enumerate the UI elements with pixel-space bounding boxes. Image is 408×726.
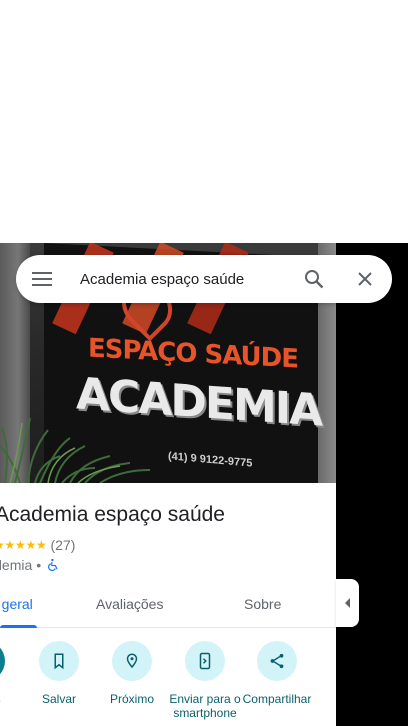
star-icon: ★ — [4, 538, 16, 552]
maps-viewport: ESPAÇO SAÚDE ACADEMIA (41) 9 9122-9775 A… — [0, 0, 408, 726]
collapse-panel-button[interactable] — [336, 579, 359, 627]
action-label: Rotas — [0, 692, 23, 706]
star-icon: ★ — [36, 538, 47, 552]
action-label: Salvar — [41, 692, 76, 706]
directions-icon — [0, 641, 5, 681]
place-tabs: Visão geral Avaliações Sobre — [0, 580, 336, 628]
search-input[interactable] — [80, 255, 290, 303]
action-label: Próximo — [109, 692, 154, 706]
action-bar: Rotas Salvar Próximo — [0, 641, 336, 726]
star-icon: ★ — [0, 539, 5, 551]
star-icon: ★ — [15, 538, 26, 552]
separator-dot: • — [36, 557, 42, 573]
action-label: Enviar para o smartphone — [169, 692, 241, 720]
star-icon: ★ — [25, 538, 37, 552]
rating-row[interactable]: ★ ★ ★ ★ ★ (27) — [0, 536, 75, 554]
share-button[interactable]: Compartilhar — [239, 641, 315, 706]
wheelchair-accessible-icon — [48, 558, 58, 572]
save-button[interactable]: Salvar — [21, 641, 97, 706]
tab-overview[interactable]: Visão geral — [0, 580, 33, 628]
share-icon — [257, 641, 297, 681]
tab-reviews[interactable]: Avaliações — [96, 580, 163, 628]
map-area[interactable] — [336, 243, 408, 726]
bookmark-icon — [39, 641, 79, 681]
action-label: Compartilhar — [242, 692, 312, 706]
rating-stars: ★ ★ ★ ★ ★ — [0, 538, 47, 552]
plants-foreground — [0, 417, 151, 483]
place-panel: ESPAÇO SAÚDE ACADEMIA (41) 9 9122-9775 A… — [0, 243, 336, 726]
send-to-phone-button[interactable]: Enviar para o smartphone — [167, 641, 243, 720]
search-button[interactable] — [302, 267, 326, 291]
nearby-button[interactable]: Próximo — [94, 641, 170, 706]
active-tab-indicator — [0, 625, 37, 628]
category-row: Academia • — [0, 556, 60, 574]
search-icon — [305, 270, 324, 289]
directions-button[interactable]: Rotas — [0, 641, 23, 706]
place-title: Academia espaço saúde — [0, 503, 225, 526]
category-label[interactable]: Academia — [0, 557, 32, 573]
search-box — [16, 255, 392, 303]
clear-search-button[interactable] — [353, 267, 377, 291]
review-count[interactable]: (27) — [51, 537, 76, 553]
menu-button[interactable] — [30, 267, 54, 291]
nearby-icon — [112, 641, 152, 681]
send-to-phone-icon — [185, 641, 225, 681]
close-icon — [358, 272, 372, 286]
tab-about[interactable]: Sobre — [244, 580, 281, 628]
chevron-left-icon — [344, 598, 350, 608]
hamburger-menu-icon — [32, 272, 52, 286]
